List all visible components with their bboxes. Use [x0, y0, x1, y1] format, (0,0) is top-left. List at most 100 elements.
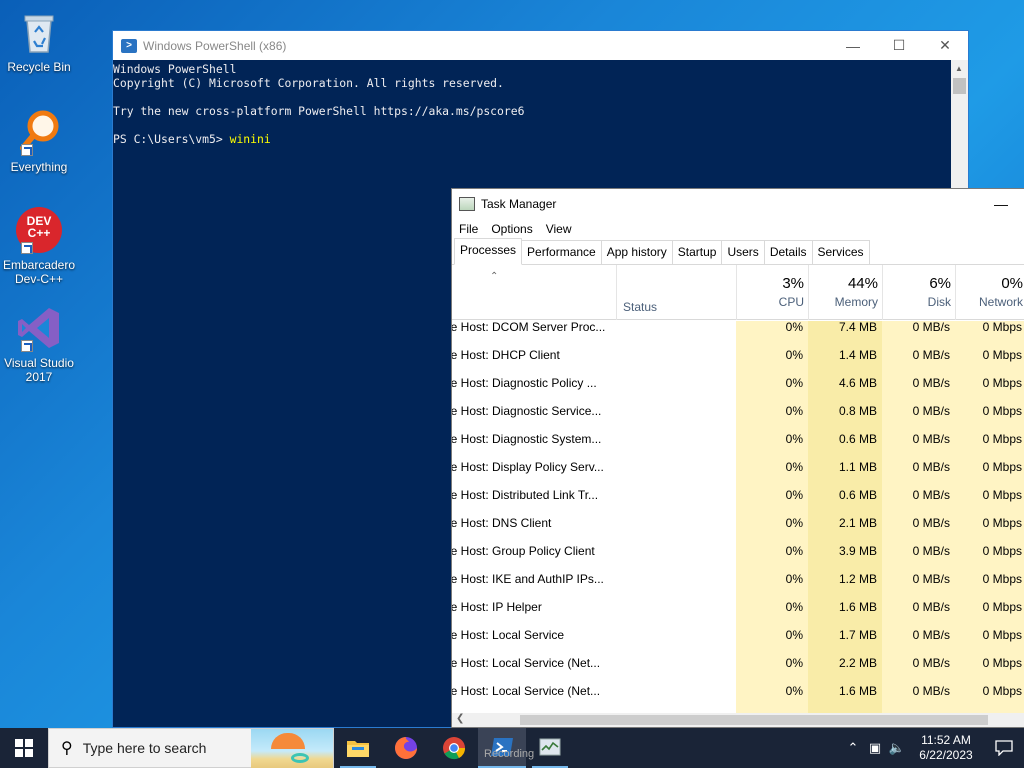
chevron-up-icon[interactable]: ⌃ [842, 740, 864, 756]
table-row[interactable]: vice Host: Diagnostic System... 0% 0.6 MB 0… [452, 433, 1024, 461]
start-button[interactable] [0, 728, 48, 768]
desktop-icon-visual-studio[interactable]: Visual Studio 2017 [2, 304, 76, 384]
console-prompt-line[interactable]: PS C:\Users\vm5> winini [113, 132, 951, 146]
table-row[interactable]: vice Host: Distributed Link Tr... 0% 0.6 M… [452, 489, 1024, 517]
maximize-button[interactable]: ☐ [876, 31, 922, 60]
desktop-icon-recycle-bin[interactable]: Recycle Bin [2, 8, 76, 74]
close-button[interactable]: ✕ [922, 31, 968, 60]
horizontal-scrollbar[interactable]: ❮ [452, 713, 1024, 727]
column-header-network[interactable]: 0% Network [955, 265, 1024, 320]
powershell-titlebar[interactable]: > Windows PowerShell (x86) — ☐ ✕ [113, 31, 968, 60]
tab-details[interactable]: Details [763, 240, 813, 264]
sort-up-icon[interactable]: ⌃ [490, 271, 498, 282]
task-manager-window[interactable]: Task Manager — File Options View Process… [451, 188, 1024, 728]
scrollbar-thumb[interactable] [520, 715, 988, 725]
table-row[interactable]: vice Host: IP Helper 0%1.6 MB0 MB/s0 Mbps [452, 601, 1024, 629]
column-header-row: ⌃ Status 3% CPU 44% Memory 6% Disk 0% Ne… [452, 265, 1024, 320]
shortcut-arrow-icon [21, 144, 33, 156]
disk-header-label: Disk [927, 295, 951, 309]
table-row[interactable]: vice Host: IKE and AuthIP IPs... 0% 1.2 MB… [452, 573, 1024, 601]
process-name: vice Host: Group Policy Client [452, 545, 595, 558]
cpu-value: 0% [736, 685, 808, 713]
cpu-value: 0% [736, 461, 808, 489]
memory-value: 2.1 MB [808, 517, 882, 545]
tab-services[interactable]: Services [811, 240, 870, 264]
desktop-icon-label: Visual Studio 2017 [4, 356, 74, 384]
taskbar-file-explorer[interactable] [334, 728, 382, 768]
table-row[interactable]: vice Host: Diagnostic Policy ... 0% 4.6 MB… [452, 377, 1024, 405]
column-header-disk[interactable]: 6% Disk [882, 265, 955, 320]
cpu-value: 0% [736, 657, 808, 685]
network-value: 0 Mbps [955, 685, 1024, 713]
process-list[interactable]: vice Host: DCOM Server Proc... 0% 7.4 MB 0 … [452, 321, 1024, 715]
volume-muted-icon[interactable]: 🔈 [886, 740, 908, 756]
search-highlight-beach-icon[interactable] [251, 729, 333, 768]
tab-processes[interactable]: Processes [454, 238, 523, 265]
memory-value: 1.2 MB [808, 573, 882, 601]
table-row[interactable]: vice Host: Local Service 0%1.7 MB0 MB/s0 … [452, 629, 1024, 657]
network-icon[interactable]: ▣ [864, 740, 886, 756]
memory-value: 1.4 MB [808, 349, 882, 377]
minimize-button[interactable]: — [830, 31, 876, 60]
cpu-value: 0% [736, 321, 808, 349]
process-name: vice Host: Diagnostic Policy ... [452, 377, 597, 390]
minimize-button[interactable]: — [978, 196, 1024, 212]
cpu-total-percent: 3% [782, 275, 804, 292]
search-placeholder: Type here to search [82, 740, 207, 756]
cpu-value: 0% [736, 517, 808, 545]
network-value: 0 Mbps [955, 629, 1024, 657]
clock-date: 6/22/2023 [919, 748, 973, 762]
process-name: vice Host: DNS Client [452, 517, 552, 530]
tab-app-history[interactable]: App history [600, 240, 673, 264]
process-name: vice Host: DCOM Server Proc... [452, 321, 606, 334]
table-row[interactable]: vice Host: DCOM Server Proc... 0% 7.4 MB 0 … [452, 321, 1024, 349]
menu-file[interactable]: File [459, 222, 478, 236]
desktop-icon-everything[interactable]: Everything [2, 108, 76, 174]
disk-value: 0 MB/s [882, 489, 955, 517]
network-value: 0 Mbps [955, 545, 1024, 573]
process-name: vice Host: Diagnostic System... [452, 433, 602, 446]
tab-users[interactable]: Users [721, 240, 765, 264]
disk-value: 0 MB/s [882, 461, 955, 489]
clock[interactable]: 11:52 AM 6/22/2023 [908, 733, 984, 763]
column-header-memory[interactable]: 44% Memory [808, 265, 882, 320]
disk-value: 0 MB/s [882, 405, 955, 433]
table-row[interactable]: vice Host: DNS Client 0%2.1 MB0 MB/s0 Mbp… [452, 517, 1024, 545]
table-row[interactable]: vice Host: Group Policy Client0%3.9 MB0 … [452, 545, 1024, 573]
taskbar-firefox[interactable] [382, 728, 430, 768]
menu-options[interactable]: Options [491, 222, 532, 236]
tab-performance[interactable]: Performance [521, 240, 602, 264]
search-box[interactable]: ⚲ Type here to search [48, 728, 334, 768]
desktop-icon-devcpp[interactable]: DEV C++ Embarcadero Dev-C++ [2, 206, 76, 286]
column-header-cpu[interactable]: 3% CPU [736, 265, 808, 320]
table-row[interactable]: vice Host: Local Service (Net... 0% 1.6 MB… [452, 685, 1024, 713]
menu-view[interactable]: View [546, 222, 572, 236]
desktop-icon-label: Recycle Bin [7, 60, 71, 74]
notification-center-button[interactable] [984, 740, 1024, 756]
disk-value: 0 MB/s [882, 573, 955, 601]
table-row[interactable]: vice Host: DHCP Client 0%1.4 MB0 MB/s0 Mb… [452, 349, 1024, 377]
folder-icon [347, 741, 369, 757]
table-row[interactable]: vice Host: Local Service (Net... 0% 2.2 MB… [452, 657, 1024, 685]
cpu-value: 0% [736, 349, 808, 377]
taskbar-hover-text: Recording [484, 748, 535, 760]
memory-value: 1.6 MB [808, 601, 882, 629]
scroll-left-icon[interactable]: ❮ [456, 713, 464, 724]
network-value: 0 Mbps [955, 489, 1024, 517]
tab-startup[interactable]: Startup [671, 240, 723, 264]
status-header-label: Status [623, 300, 658, 314]
scroll-up-icon[interactable]: ▲ [955, 64, 963, 73]
task-manager-titlebar[interactable]: Task Manager — [452, 189, 1024, 219]
table-row[interactable]: vice Host: Diagnostic Service... 0% 0.8 MB… [452, 405, 1024, 433]
network-value: 0 Mbps [955, 321, 1024, 349]
taskbar-chrome[interactable] [430, 728, 478, 768]
table-row[interactable]: vice Host: Display Policy Serv... 0% 1.1 M… [452, 461, 1024, 489]
devcpp-icon: DEV C++ [15, 206, 63, 254]
cpu-value: 0% [736, 433, 808, 461]
disk-value: 0 MB/s [882, 657, 955, 685]
window-title: Windows PowerShell (x86) [143, 38, 287, 53]
scrollbar-thumb[interactable] [953, 78, 966, 94]
process-name: vice Host: Local Service [452, 629, 565, 642]
network-header-label: Network [978, 295, 1023, 309]
column-header-status[interactable]: Status [616, 265, 736, 320]
